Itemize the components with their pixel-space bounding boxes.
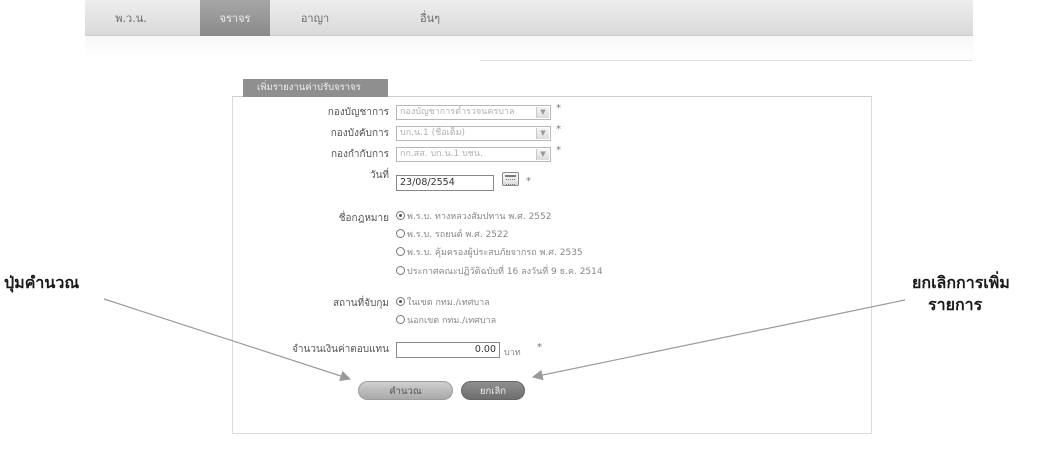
annotation-arrows bbox=[103, 298, 906, 382]
arrow-to-calculate bbox=[103, 298, 352, 382]
arrow-to-cancel bbox=[531, 299, 906, 381]
